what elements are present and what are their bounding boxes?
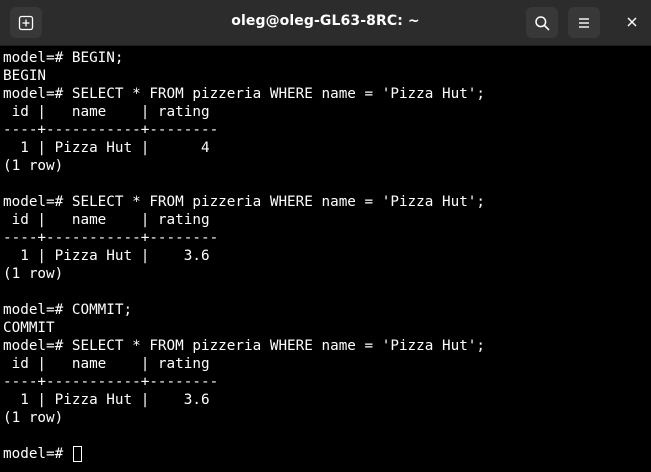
terminal-line: id | name | rating: [3, 356, 210, 372]
terminal-line: model=# BEGIN;: [3, 50, 124, 66]
terminal-line: model=# SELECT * FROM pizzeria WHERE nam…: [3, 194, 486, 210]
terminal-line: (1 row): [3, 158, 64, 174]
terminal-line: ----+-----------+--------: [3, 230, 219, 246]
terminal-line: 1 | Pizza Hut | 3.6: [3, 248, 210, 264]
terminal-line: (1 row): [3, 266, 64, 282]
prompt-text: model=#: [3, 446, 72, 462]
hamburger-menu-icon: [579, 17, 589, 28]
terminal-line: model=# COMMIT;: [3, 302, 133, 318]
close-button[interactable]: [622, 12, 642, 32]
terminal-output[interactable]: model=# BEGIN; BEGIN model=# SELECT * FR…: [3, 46, 648, 472]
terminal-line: id | name | rating: [3, 212, 210, 228]
terminal-line: ----+-----------+--------: [3, 122, 219, 138]
active-prompt[interactable]: model=#: [3, 445, 648, 463]
terminal-line: model=# SELECT * FROM pizzeria WHERE nam…: [3, 338, 486, 354]
terminal-line: (1 row): [3, 410, 64, 426]
terminal-lines: model=# BEGIN; BEGIN model=# SELECT * FR…: [3, 46, 648, 463]
terminal-line: COMMIT: [3, 320, 55, 336]
terminal-line: 1 | Pizza Hut | 4: [3, 140, 210, 156]
terminal-window: oleg@oleg-GL63-8RC: ~ model=# BEGIN; BEG…: [0, 0, 651, 472]
terminal-line: BEGIN: [3, 68, 47, 84]
text-cursor: [72, 446, 82, 462]
search-button[interactable]: [526, 7, 558, 38]
terminal-line: id | name | rating: [3, 104, 210, 120]
terminal-line: ----+-----------+--------: [3, 374, 219, 390]
menu-button[interactable]: [568, 7, 600, 38]
title-bar: oleg@oleg-GL63-8RC: ~: [0, 0, 651, 46]
search-icon: [535, 15, 550, 30]
terminal-line: model=# SELECT * FROM pizzeria WHERE nam…: [3, 86, 486, 102]
close-icon: [627, 17, 637, 27]
terminal-line: 1 | Pizza Hut | 3.6: [3, 392, 210, 408]
